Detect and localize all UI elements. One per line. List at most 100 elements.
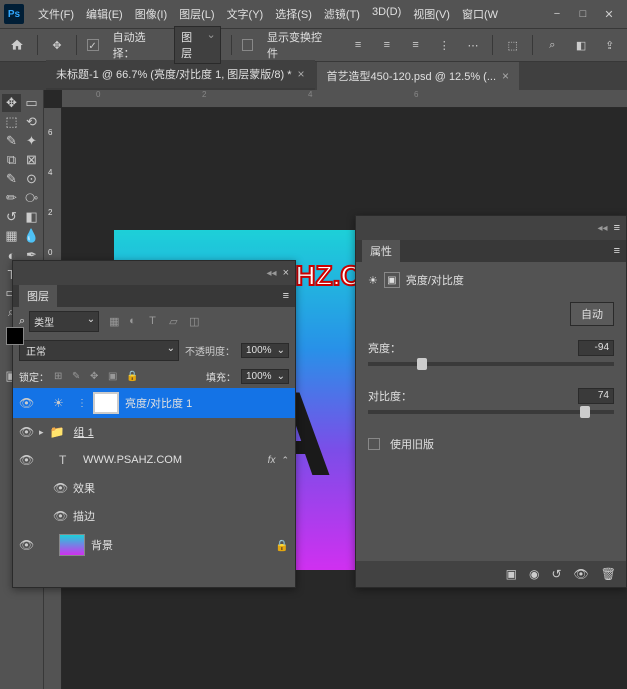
- maximize-icon[interactable]: □: [577, 8, 589, 20]
- lock-artboard-icon[interactable]: ▣: [108, 371, 120, 382]
- panel-menu-icon[interactable]: ≡: [614, 222, 620, 234]
- align2-icon[interactable]: ≡: [377, 35, 396, 55]
- auto-select-checkbox[interactable]: [87, 39, 98, 51]
- panel-close-icon[interactable]: ×: [283, 267, 289, 279]
- crop-tool[interactable]: ⧉: [2, 151, 21, 169]
- minimize-icon[interactable]: −: [551, 8, 563, 20]
- history-brush-tool[interactable]: ↺: [2, 208, 21, 226]
- brush-tool[interactable]: ✏: [2, 189, 21, 207]
- layer-fx-stroke[interactable]: 👁 描边: [13, 502, 295, 530]
- layer-text[interactable]: 👁 T WWW.PSAHZ.COM fx ⌃: [13, 446, 295, 474]
- layer-group[interactable]: 👁 ▸ 📁 组 1: [13, 418, 295, 446]
- delete-icon[interactable]: 🗑: [601, 567, 616, 581]
- filter-pixel-icon[interactable]: ▦: [109, 315, 123, 329]
- layer-adjustment[interactable]: 👁 ☀ ⋮ 亮度/对比度 1: [13, 388, 295, 418]
- share-icon[interactable]: ⇪: [600, 35, 619, 55]
- menu-filter[interactable]: 滤镜(T): [318, 2, 366, 26]
- layer-filter-kind[interactable]: 类型: [29, 311, 99, 332]
- lock-transparency-icon[interactable]: ⊞: [54, 371, 66, 382]
- opacity-value[interactable]: 100%: [241, 343, 289, 358]
- layer-name[interactable]: WWW.PSAHZ.COM: [83, 454, 262, 466]
- menu-select[interactable]: 选择(S): [269, 2, 318, 26]
- auto-button[interactable]: 自动: [570, 302, 614, 326]
- contrast-value[interactable]: 74: [578, 388, 614, 404]
- menu-3d[interactable]: 3D(D): [366, 2, 407, 26]
- move-tool-icon[interactable]: ✥: [48, 35, 67, 55]
- search-icon[interactable]: ⌕: [543, 35, 562, 55]
- visibility-icon[interactable]: 👁: [19, 453, 33, 467]
- layer-name[interactable]: 背景: [91, 537, 269, 553]
- more-icon[interactable]: ⋯: [464, 35, 483, 55]
- collapse-icon[interactable]: ◂◂: [267, 268, 277, 279]
- visibility-icon[interactable]: 👁: [53, 481, 67, 495]
- collapse-icon[interactable]: ◂◂: [598, 223, 608, 234]
- brightness-value[interactable]: -94: [578, 340, 614, 356]
- spot-heal-tool[interactable]: ⊙: [22, 170, 41, 188]
- panel-menu-icon[interactable]: ≡: [283, 290, 295, 302]
- filter-shape-icon[interactable]: ▱: [169, 315, 183, 329]
- close-icon[interactable]: ✕: [603, 8, 615, 20]
- dist-icon[interactable]: ⋮: [435, 35, 454, 55]
- tab-document-1[interactable]: 未标题-1 @ 66.7% (亮度/对比度 1, 图层蒙版/8) * ×: [46, 60, 315, 90]
- menu-file[interactable]: 文件(F): [32, 2, 80, 26]
- home-icon[interactable]: [8, 35, 27, 55]
- visibility-icon[interactable]: 👁: [19, 396, 33, 410]
- lock-image-icon[interactable]: ✎: [72, 371, 84, 382]
- properties-panel[interactable]: ◂◂ ≡ 属性 ≡ ☀ ▣ 亮度/对比度 自动 亮度： -94 对比度： 74: [355, 215, 627, 588]
- visibility-icon[interactable]: 👁: [19, 425, 33, 439]
- toggle-visibility-icon[interactable]: 👁: [574, 567, 589, 581]
- menu-window[interactable]: 窗口(W: [456, 2, 504, 26]
- layers-tab[interactable]: 图层: [19, 285, 57, 307]
- layers-panel[interactable]: ◂◂ × 图层 ≡ ⌕ 类型 ▦ ◐ T ▱ ◫ 正常 不透明度： 100% 锁…: [12, 260, 296, 588]
- tab-document-2[interactable]: 首艺造型450-120.psd @ 12.5% (... ×: [317, 62, 520, 90]
- eraser-tool[interactable]: ◧: [22, 208, 41, 226]
- lock-position-icon[interactable]: ✥: [90, 371, 102, 382]
- chevron-down-icon[interactable]: ⌃: [281, 455, 289, 466]
- layer-mask-thumb[interactable]: [93, 392, 119, 414]
- foreground-color[interactable]: [6, 327, 24, 345]
- menu-image[interactable]: 图像(I): [129, 2, 173, 26]
- mask-icon[interactable]: ▣: [384, 272, 400, 288]
- align3-icon[interactable]: ≡: [406, 35, 425, 55]
- link-icon[interactable]: ⋮: [77, 398, 87, 409]
- clone-tool[interactable]: ⧂: [22, 189, 41, 207]
- layer-background[interactable]: 👁 背景 🔒: [13, 530, 295, 560]
- magic-wand-tool[interactable]: ✦: [22, 132, 41, 150]
- menu-edit[interactable]: 编辑(E): [80, 2, 129, 26]
- fill-value[interactable]: 100%: [241, 369, 289, 384]
- align-icon[interactable]: ≡: [349, 35, 368, 55]
- menu-layer[interactable]: 图层(L): [173, 2, 220, 26]
- reset-icon[interactable]: ↺: [551, 567, 561, 581]
- frame-tool[interactable]: ⊠: [22, 151, 41, 169]
- eyedropper-tool[interactable]: ✎: [2, 170, 21, 188]
- blend-mode-select[interactable]: 正常: [19, 340, 179, 361]
- lasso-tool[interactable]: ⟲: [22, 113, 41, 131]
- menu-type[interactable]: 文字(Y): [221, 2, 270, 26]
- auto-select-target[interactable]: 图层: [174, 26, 221, 64]
- tab-close-icon[interactable]: ×: [502, 69, 509, 83]
- quick-select-tool[interactable]: ✎: [2, 132, 21, 150]
- layer-name[interactable]: 组 1: [74, 424, 289, 440]
- clip-icon[interactable]: ▣: [506, 567, 517, 581]
- layer-thumb[interactable]: [59, 534, 85, 556]
- visibility-icon[interactable]: 👁: [53, 509, 67, 523]
- 3d-icon[interactable]: ⬚: [503, 35, 522, 55]
- filter-smart-icon[interactable]: ◫: [189, 315, 203, 329]
- view-previous-icon[interactable]: ◉: [529, 567, 539, 581]
- filter-adjust-icon[interactable]: ◐: [129, 315, 143, 329]
- panel-menu-icon[interactable]: ≡: [614, 245, 626, 257]
- fx-badge[interactable]: fx: [268, 455, 276, 466]
- contrast-slider[interactable]: [368, 410, 614, 414]
- menu-view[interactable]: 视图(V): [407, 2, 456, 26]
- show-transform-checkbox[interactable]: [242, 39, 253, 51]
- use-legacy-checkbox[interactable]: [368, 438, 380, 450]
- layer-fx-effects[interactable]: 👁 效果: [13, 474, 295, 502]
- chevron-right-icon[interactable]: ▸: [39, 427, 44, 438]
- workspace-icon[interactable]: ◧: [572, 35, 591, 55]
- blur-tool[interactable]: 💧: [22, 227, 41, 245]
- brightness-slider[interactable]: [368, 362, 614, 366]
- visibility-icon[interactable]: 👁: [19, 538, 33, 552]
- lock-all-icon[interactable]: 🔒: [126, 371, 138, 382]
- marquee-tool[interactable]: ⬚: [2, 113, 21, 131]
- tab-close-icon[interactable]: ×: [297, 67, 304, 81]
